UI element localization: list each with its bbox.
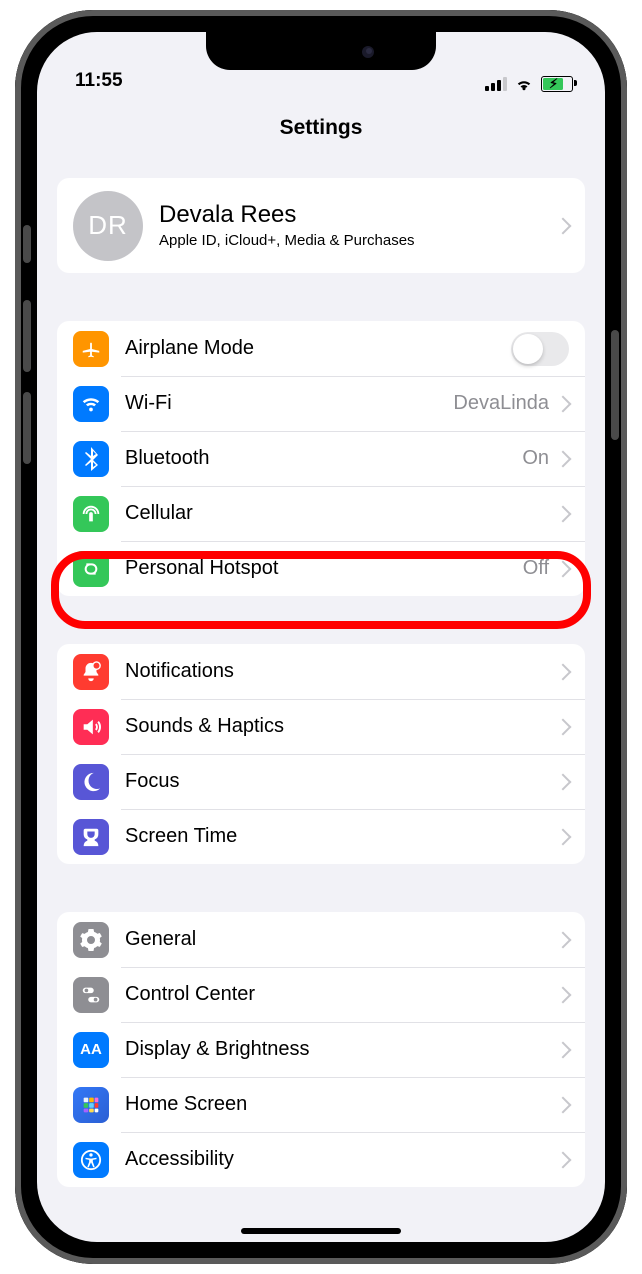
profile-name: Devala Rees [159,201,557,230]
cellular-row[interactable]: Cellular [57,486,585,541]
chevron-right-icon [555,217,572,234]
focus-row[interactable]: Focus [57,754,585,809]
row-label: Wi-Fi [125,392,453,415]
chevron-right-icon [555,560,572,577]
display-row[interactable]: AA Display & Brightness [57,1022,585,1077]
row-label: Bluetooth [125,447,522,470]
profile-text: Devala Rees Apple ID, iCloud+, Media & P… [159,201,557,250]
chevron-right-icon [555,931,572,948]
personal-hotspot-row[interactable]: Personal Hotspot Off [57,541,585,596]
phone-frame: 11:55 ⚡︎ Settings DR Devala [15,10,627,1264]
chevron-right-icon [555,663,572,680]
row-label: Personal Hotspot [125,557,523,580]
row-label: Home Screen [125,1093,557,1116]
volume-down-button [23,392,31,464]
row-label: Sounds & Haptics [125,715,557,738]
nav-bar: Settings [37,98,605,158]
row-label: Accessibility [125,1148,557,1171]
home-screen-icon [73,1087,109,1123]
row-label: Focus [125,770,557,793]
content[interactable]: DR Devala Rees Apple ID, iCloud+, Media … [37,164,605,1242]
chevron-right-icon [555,1096,572,1113]
side-button [611,330,619,440]
avatar: DR [73,191,143,261]
general-row[interactable]: General [57,912,585,967]
mute-switch [23,225,31,263]
focus-icon [73,764,109,800]
profile-subtitle: Apple ID, iCloud+, Media & Purchases [159,232,557,250]
airplane-mode-row[interactable]: Airplane Mode [57,321,585,376]
connectivity-group: Airplane Mode Wi-Fi DevaLinda Bluetooth [57,321,585,596]
chevron-right-icon [555,773,572,790]
home-indicator[interactable] [241,1228,401,1234]
screen-time-icon [73,819,109,855]
profile-group: DR Devala Rees Apple ID, iCloud+, Media … [57,178,585,273]
chevron-right-icon [555,828,572,845]
row-label: Display & Brightness [125,1038,557,1061]
notch [206,32,436,70]
bluetooth-row[interactable]: Bluetooth On [57,431,585,486]
row-label: Airplane Mode [125,337,511,360]
chevron-right-icon [555,395,572,412]
hotspot-icon [73,551,109,587]
status-icons: ⚡︎ [485,76,573,92]
notifications-icon [73,654,109,690]
airplane-toggle[interactable] [511,332,569,366]
row-label: Control Center [125,983,557,1006]
row-label: General [125,928,557,951]
wifi-icon [514,77,534,91]
wifi-icon [73,386,109,422]
apple-id-row[interactable]: DR Devala Rees Apple ID, iCloud+, Media … [57,178,585,273]
accessibility-icon [73,1142,109,1178]
status-time: 11:55 [69,70,123,92]
bluetooth-value: On [522,447,549,470]
cellular-icon [73,496,109,532]
chevron-right-icon [555,718,572,735]
volume-up-button [23,300,31,372]
battery-icon: ⚡︎ [541,76,573,92]
airplane-icon [73,331,109,367]
screen-time-row[interactable]: Screen Time [57,809,585,864]
alerts-group: Notifications Sounds & Haptics Focus [57,644,585,864]
wifi-value: DevaLinda [453,392,549,415]
hotspot-value: Off [523,557,549,580]
sounds-row[interactable]: Sounds & Haptics [57,699,585,754]
wifi-row[interactable]: Wi-Fi DevaLinda [57,376,585,431]
screen: 11:55 ⚡︎ Settings DR Devala [37,32,605,1242]
row-label: Notifications [125,660,557,683]
display-icon: AA [73,1032,109,1068]
row-label: Cellular [125,502,557,525]
accessibility-row[interactable]: Accessibility [57,1132,585,1187]
chevron-right-icon [555,505,572,522]
control-center-icon [73,977,109,1013]
chevron-right-icon [555,1151,572,1168]
page-title: Settings [280,116,363,140]
bluetooth-icon [73,441,109,477]
row-label: Screen Time [125,825,557,848]
chevron-right-icon [555,1041,572,1058]
sounds-icon [73,709,109,745]
control-center-row[interactable]: Control Center [57,967,585,1022]
general-group: General Control Center AA Display & Brig… [57,912,585,1187]
chevron-right-icon [555,450,572,467]
chevron-right-icon [555,986,572,1003]
cellular-signal-icon [485,77,507,91]
gear-icon [73,922,109,958]
home-screen-row[interactable]: Home Screen [57,1077,585,1132]
notifications-row[interactable]: Notifications [57,644,585,699]
